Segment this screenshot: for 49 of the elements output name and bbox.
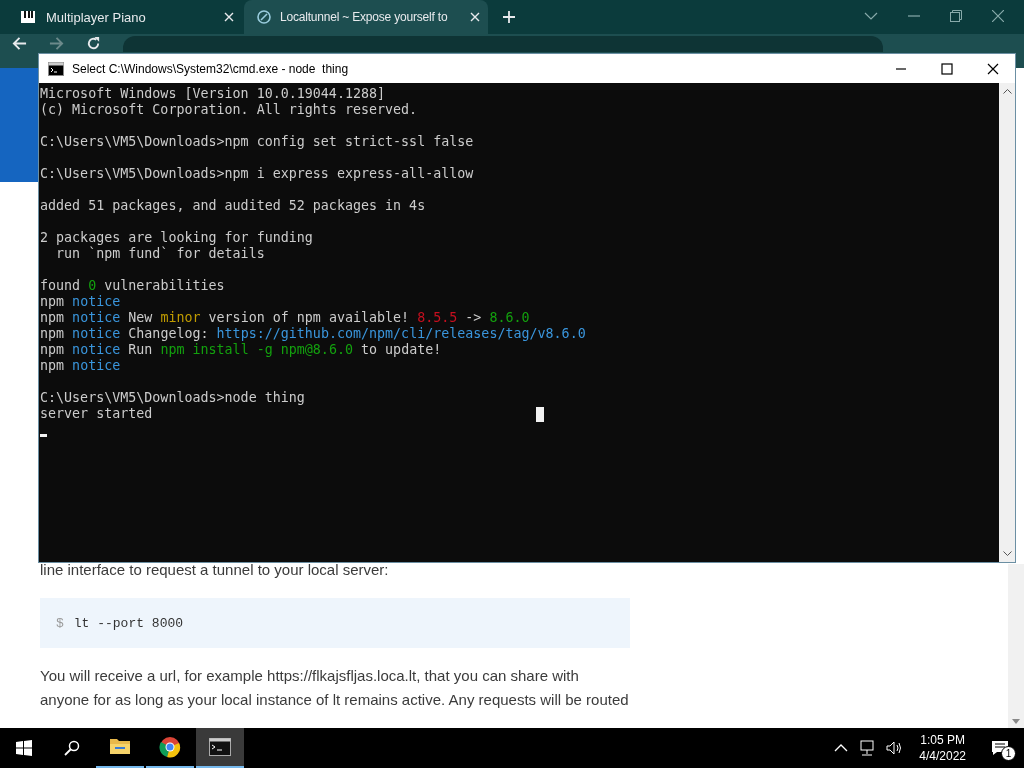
terminal-line: found 0 vulnerabilities (40, 278, 225, 294)
text-cursor (40, 433, 47, 437)
terminal-line: 2 packages are looking for funding (40, 230, 313, 246)
reload-icon[interactable] (86, 36, 101, 51)
scroll-up-icon[interactable] (1002, 89, 1012, 94)
prompt-symbol: $ (56, 615, 64, 631)
terminal-line: npm notice (40, 294, 121, 310)
paragraph-text: You will receive a url, for example https://flkajsfljas.loca.lt, that you can share with anyone for as long as your local instance of lt remains active. Any requests will be routed (40, 666, 630, 710)
paragraph-text: line interface to request a tunnel to your local server: (40, 560, 390, 580)
browser-tab[interactable]: Localtunnel ~ Expose yourself to (244, 0, 488, 34)
terminal-line: C:\Users\VM5\Downloads>node thing (40, 390, 305, 406)
site-icon (256, 9, 272, 25)
close-icon[interactable] (987, 62, 999, 75)
back-arrow-icon[interactable] (12, 36, 27, 51)
taskbar-app[interactable] (196, 728, 244, 768)
terminal-line: npm notice Changelog: https://github.com/npm/cli/releases/tag/v8.6.0 (40, 326, 586, 342)
scrollbar[interactable] (1008, 564, 1024, 728)
scroll-down-icon[interactable] (1012, 719, 1020, 724)
browser-icon (159, 736, 181, 758)
piano-icon (20, 9, 36, 25)
code-text: lt --port 8000 (73, 615, 184, 631)
chevron-down-icon[interactable] (864, 11, 878, 21)
clock-date[interactable]: 4/4/2022 (919, 748, 966, 764)
terminal-line: npm notice Run npm install -g npm@8.6.0 to update! (40, 342, 442, 358)
terminal-line: (c) Microsoft Corporation. All rights reserved. (40, 102, 418, 118)
terminal-line: server started (40, 406, 153, 422)
maximize-icon[interactable] (941, 62, 953, 75)
terminal-line: Microsoft Windows [Version 10.0.19044.1288] (40, 86, 386, 102)
terminal-line: C:\Users\VM5\Downloads>npm i express express-all-allow (40, 166, 474, 182)
notification-count: 1 (1001, 746, 1016, 761)
terminal-line: npm notice (40, 358, 121, 374)
terminal-icon (209, 736, 231, 758)
terminal-icon (48, 61, 64, 76)
window-title: Select C:\Windows\System32\cmd.exe - node thing (72, 61, 349, 76)
forward-arrow-icon[interactable] (49, 36, 64, 51)
terminal-line: run `npm fund` for details (55, 246, 265, 262)
restore-icon[interactable] (950, 10, 962, 22)
terminal-line: added 51 packages, and audited 52 packages in 4s (40, 198, 426, 214)
browser-tab[interactable]: Multiplayer Piano (8, 0, 244, 34)
network-icon[interactable] (858, 740, 877, 756)
terminal-line: C:\Users\VM5\Downloads>npm config set strict-ssl false (40, 134, 474, 150)
scrollbar[interactable] (999, 83, 1015, 562)
terminal-line: npm notice New minor version of npm available! 8.5.5 -> 8.6.0 (40, 310, 530, 326)
chevron-up-icon[interactable] (834, 743, 849, 753)
windows-logo-icon[interactable] (16, 740, 32, 756)
plus-icon[interactable] (502, 10, 516, 24)
clock-time[interactable]: 1:05 PM (920, 732, 965, 748)
scroll-down-icon[interactable] (1002, 551, 1012, 556)
search-icon[interactable] (64, 740, 80, 756)
